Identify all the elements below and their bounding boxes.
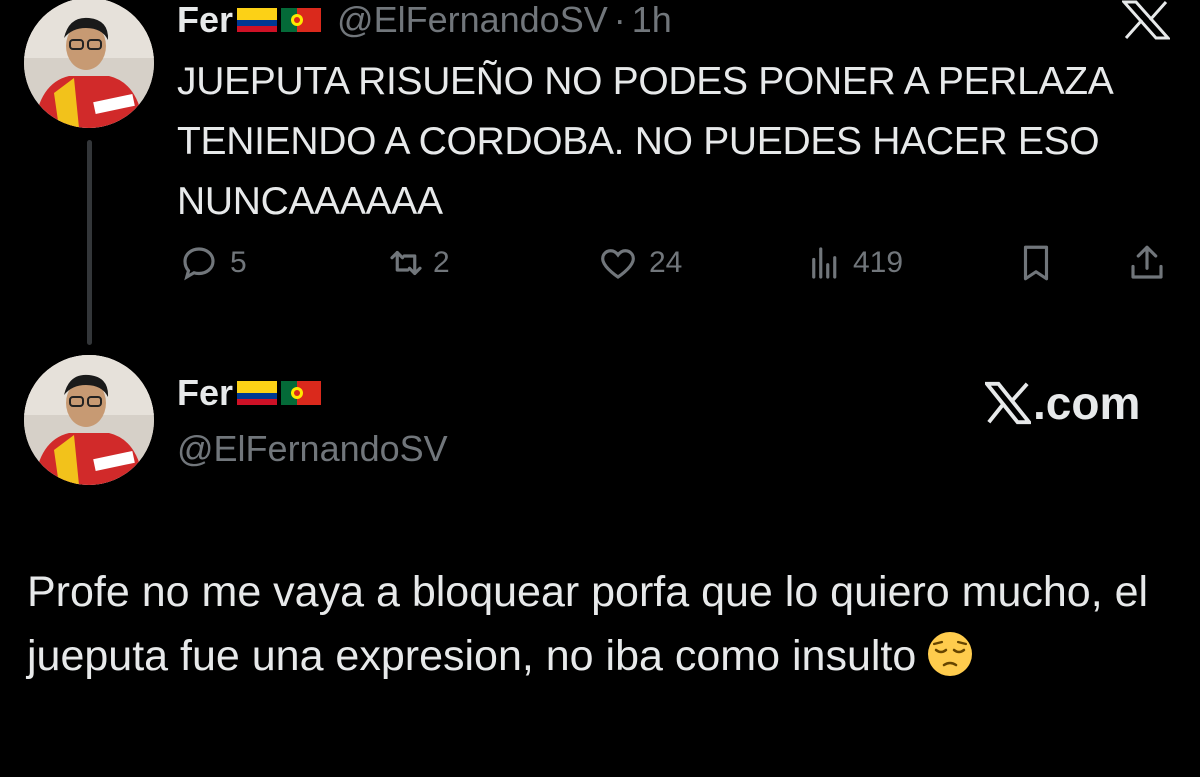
flag-portugal-icon	[281, 381, 322, 405]
like-button[interactable]: 24	[597, 242, 682, 284]
reply-count: 5	[230, 246, 247, 279]
user-handle[interactable]: @ElFernandoSV	[337, 0, 608, 41]
pensive-face-emoji-icon	[928, 632, 973, 676]
flag-colombia-icon	[237, 8, 278, 32]
tweet-action-bar: 5 2 24 419	[0, 242, 1200, 286]
user-handle[interactable]: @ElFernandoSV	[177, 428, 448, 470]
avatar-photo	[24, 0, 154, 128]
flag-portugal-icon	[281, 8, 322, 32]
brand-text: .com	[1033, 377, 1141, 429]
timestamp[interactable]: 1h	[632, 0, 672, 41]
share-button[interactable]	[1126, 242, 1168, 284]
separator-dot: ·	[613, 0, 626, 40]
like-count: 24	[649, 246, 683, 279]
retweet-count: 2	[433, 246, 450, 279]
avatar[interactable]	[24, 355, 154, 485]
avatar-photo	[24, 355, 154, 485]
bookmark-icon	[1023, 245, 1049, 281]
x-logo-icon	[1122, 0, 1170, 40]
tweet-text: JUEPUTA RISUEÑO NO PODES PONER A PERLAZA…	[177, 60, 1112, 223]
bookmark-button[interactable]	[1015, 242, 1057, 284]
tweet-header: Fer @ElFernandoSV · 1h	[177, 0, 672, 40]
view-count: 419	[853, 246, 904, 279]
views-button[interactable]: 419	[805, 242, 903, 284]
retweet-icon	[390, 250, 422, 276]
display-name-text: Fer	[177, 372, 234, 413]
tweet-text: Profe no me vaya a bloquear porfa que lo…	[27, 560, 1177, 688]
reply-icon	[183, 247, 215, 281]
x-com-brand: .com	[985, 376, 1140, 430]
x-logo-icon	[985, 381, 1031, 425]
share-icon	[1131, 245, 1163, 279]
avatar[interactable]	[24, 0, 154, 128]
tweet-text-content: Profe no me vaya a bloquear porfa que lo…	[27, 568, 1149, 680]
reply-button[interactable]: 5	[178, 242, 247, 284]
retweet-button[interactable]: 2	[385, 242, 450, 284]
display-name[interactable]: Fer	[177, 372, 322, 414]
display-name[interactable]: Fer	[177, 0, 233, 41]
heart-icon	[601, 249, 635, 279]
views-icon	[812, 247, 837, 279]
flag-colombia-icon	[237, 381, 278, 405]
